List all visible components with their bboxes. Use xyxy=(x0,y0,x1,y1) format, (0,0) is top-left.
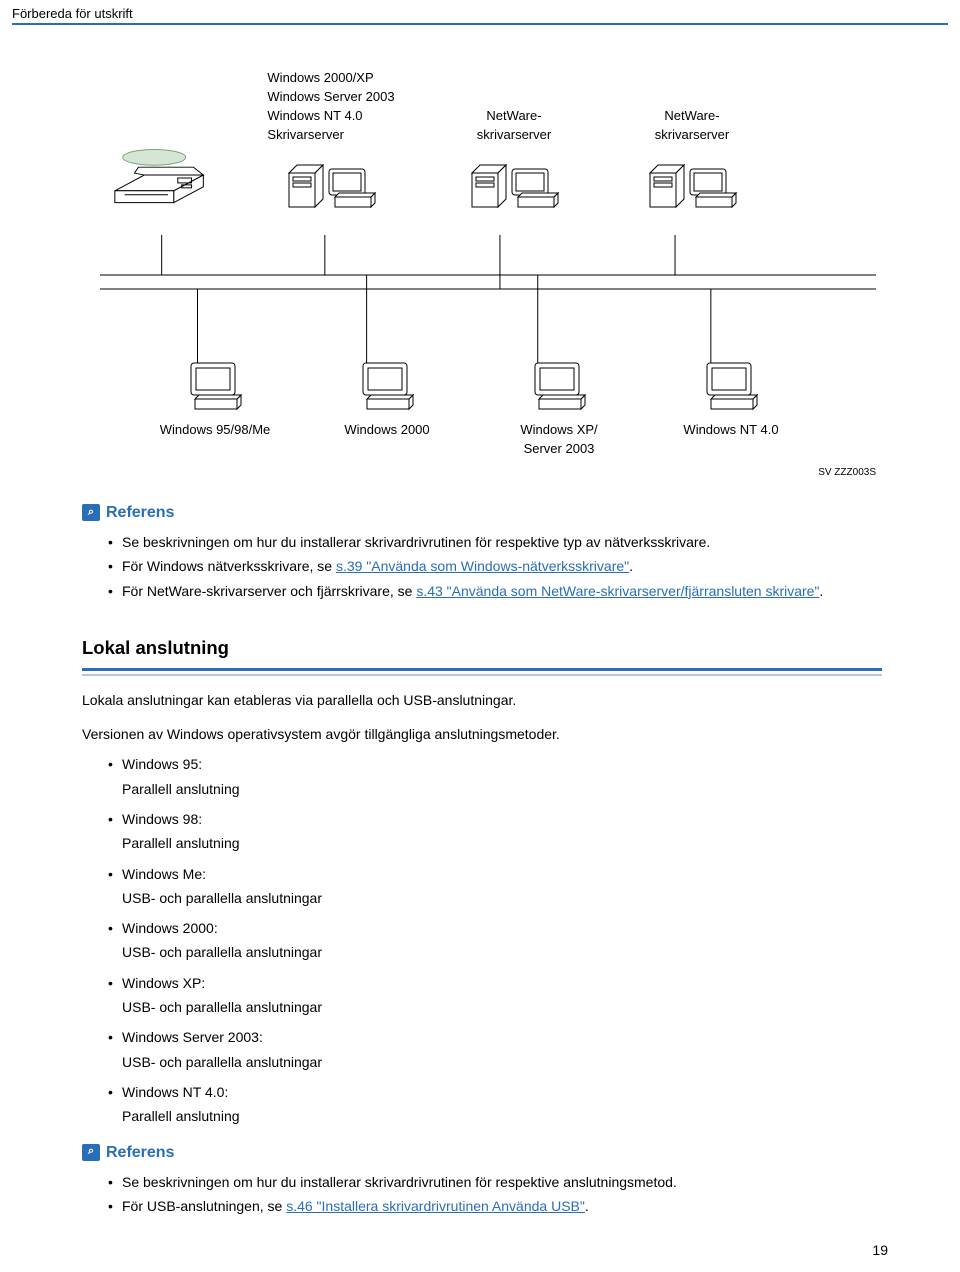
list-item: Windows 95: Parallell anslutning xyxy=(122,754,882,799)
server1-column: Windows 2000/XP Windows Server 2003 Wind… xyxy=(246,69,416,210)
os-head: Windows 2000: xyxy=(122,920,218,936)
server1-label-l1: Windows 2000/XP xyxy=(267,69,394,88)
os-sub: Parallell anslutning xyxy=(122,779,882,799)
ref1-link[interactable]: s.39 "Använda som Windows-nätverksskriva… xyxy=(336,558,629,574)
client2-label: Windows 2000 xyxy=(344,421,429,440)
os-head: Windows Me: xyxy=(122,866,206,882)
client1-label: Windows 95/98/Me xyxy=(160,421,271,440)
printer-column xyxy=(100,145,228,211)
os-sub: USB- och parallella anslutningar xyxy=(122,888,882,908)
client4-column: Windows NT 4.0 xyxy=(676,359,786,459)
ref2-item: Se beskrivningen om hur du installerar s… xyxy=(122,1172,882,1192)
reference-label: Referens xyxy=(106,501,174,524)
client2-column: Windows 2000 xyxy=(332,359,442,459)
header-rule xyxy=(12,23,948,25)
os-head: Windows 98: xyxy=(122,811,202,827)
printer-icon xyxy=(105,145,223,211)
list-item: Windows Me: USB- och parallella anslutni… xyxy=(122,864,882,909)
reference-badge: ⌕ Referens xyxy=(82,501,882,524)
ref2-link[interactable]: s.46 "Installera skrivardrivrutinen Anvä… xyxy=(286,1198,585,1214)
ref1-prefix: För NetWare-skrivarserver och fjärrskriv… xyxy=(122,583,416,599)
reference-list-2: Se beskrivningen om hur du installerar s… xyxy=(94,1172,882,1217)
list-item: Windows 2000: USB- och parallella anslut… xyxy=(122,918,882,963)
server-icon xyxy=(466,151,562,211)
os-sub: Parallell anslutning xyxy=(122,1106,882,1126)
list-item: Windows XP: USB- och parallella anslutni… xyxy=(122,973,882,1018)
client3-column: Windows XP/ Server 2003 xyxy=(504,359,614,459)
reference-label: Referens xyxy=(106,1141,174,1164)
server1-label-l3: Windows NT 4.0 xyxy=(267,107,394,126)
ref1-text: Se beskrivningen om hur du installerar s… xyxy=(122,534,710,550)
os-head: Windows NT 4.0: xyxy=(122,1084,228,1100)
ref2-item: För USB-anslutningen, se s.46 "Installer… xyxy=(122,1196,882,1216)
page-number: 19 xyxy=(872,1242,888,1258)
server-icon xyxy=(283,151,379,211)
computer-icon xyxy=(355,359,419,413)
ref1-link[interactable]: s.43 "Använda som NetWare-skrivarserver/… xyxy=(416,583,819,599)
server2-column: NetWare- skrivarserver xyxy=(434,67,594,211)
ref1-item: För NetWare-skrivarserver och fjärrskriv… xyxy=(122,581,882,601)
server3-label-l2: skrivarserver xyxy=(655,126,729,145)
ref1-prefix: För Windows nätverksskrivare, se xyxy=(122,558,336,574)
client3-label-l1: Windows XP/ xyxy=(520,421,597,440)
server3-column: NetWare- skrivarserver xyxy=(612,67,772,211)
ref1-suffix: . xyxy=(819,583,823,599)
server1-label-l2: Windows Server 2003 xyxy=(267,88,394,107)
ref1-suffix: . xyxy=(629,558,633,574)
page-header: Förbereda för utskrift xyxy=(0,0,960,27)
page-header-title: Förbereda för utskrift xyxy=(12,6,948,21)
ref2-prefix: För USB-anslutningen, se xyxy=(122,1198,286,1214)
server3-label-l1: NetWare- xyxy=(655,107,729,126)
os-head: Windows XP: xyxy=(122,975,205,991)
server1-label-l4: Skrivarserver xyxy=(267,126,394,145)
os-head: Windows 95: xyxy=(122,756,202,772)
section-para1: Lokala anslutningar kan etableras via pa… xyxy=(82,690,882,710)
os-sub: USB- och parallella anslutningar xyxy=(122,1052,882,1072)
computer-icon xyxy=(527,359,591,413)
client1-column: Windows 95/98/Me xyxy=(160,359,270,459)
reference-icon: ⌕ xyxy=(82,1144,100,1161)
server-icon xyxy=(644,151,740,211)
section-para2: Versionen av Windows operativsystem avgö… xyxy=(82,724,882,744)
section-title: Lokal anslutning xyxy=(82,635,882,662)
ref2-text: Se beskrivningen om hur du installerar s… xyxy=(122,1174,677,1190)
os-sub: USB- och parallella anslutningar xyxy=(122,997,882,1017)
bus-lines xyxy=(100,235,876,365)
os-sub: Parallell anslutning xyxy=(122,833,882,853)
server2-label-l2: skrivarserver xyxy=(477,126,551,145)
section-header: Lokal anslutning xyxy=(82,635,882,676)
list-item: Windows 98: Parallell anslutning xyxy=(122,809,882,854)
ref1-item: Se beskrivningen om hur du installerar s… xyxy=(122,532,882,552)
reference-list-1: Se beskrivningen om hur du installerar s… xyxy=(94,532,882,601)
list-item: Windows NT 4.0: Parallell anslutning xyxy=(122,1082,882,1127)
os-list: Windows 95: Parallell anslutning Windows… xyxy=(94,754,882,1126)
list-item: Windows Server 2003: USB- och parallella… xyxy=(122,1027,882,1072)
ref2-suffix: . xyxy=(585,1198,589,1214)
reference-icon: ⌕ xyxy=(82,504,100,521)
os-head: Windows Server 2003: xyxy=(122,1029,263,1045)
figure-code: SV ZZZ003S xyxy=(100,466,876,481)
network-diagram: Windows 2000/XP Windows Server 2003 Wind… xyxy=(100,67,876,481)
server2-label-l1: NetWare- xyxy=(477,107,551,126)
computer-icon xyxy=(183,359,247,413)
computer-icon xyxy=(699,359,763,413)
ref1-item: För Windows nätverksskrivare, se s.39 "A… xyxy=(122,556,882,576)
client4-label: Windows NT 4.0 xyxy=(683,421,778,440)
client3-label-l2: Server 2003 xyxy=(520,440,597,459)
reference-badge: ⌕ Referens xyxy=(82,1141,882,1164)
os-sub: USB- och parallella anslutningar xyxy=(122,942,882,962)
